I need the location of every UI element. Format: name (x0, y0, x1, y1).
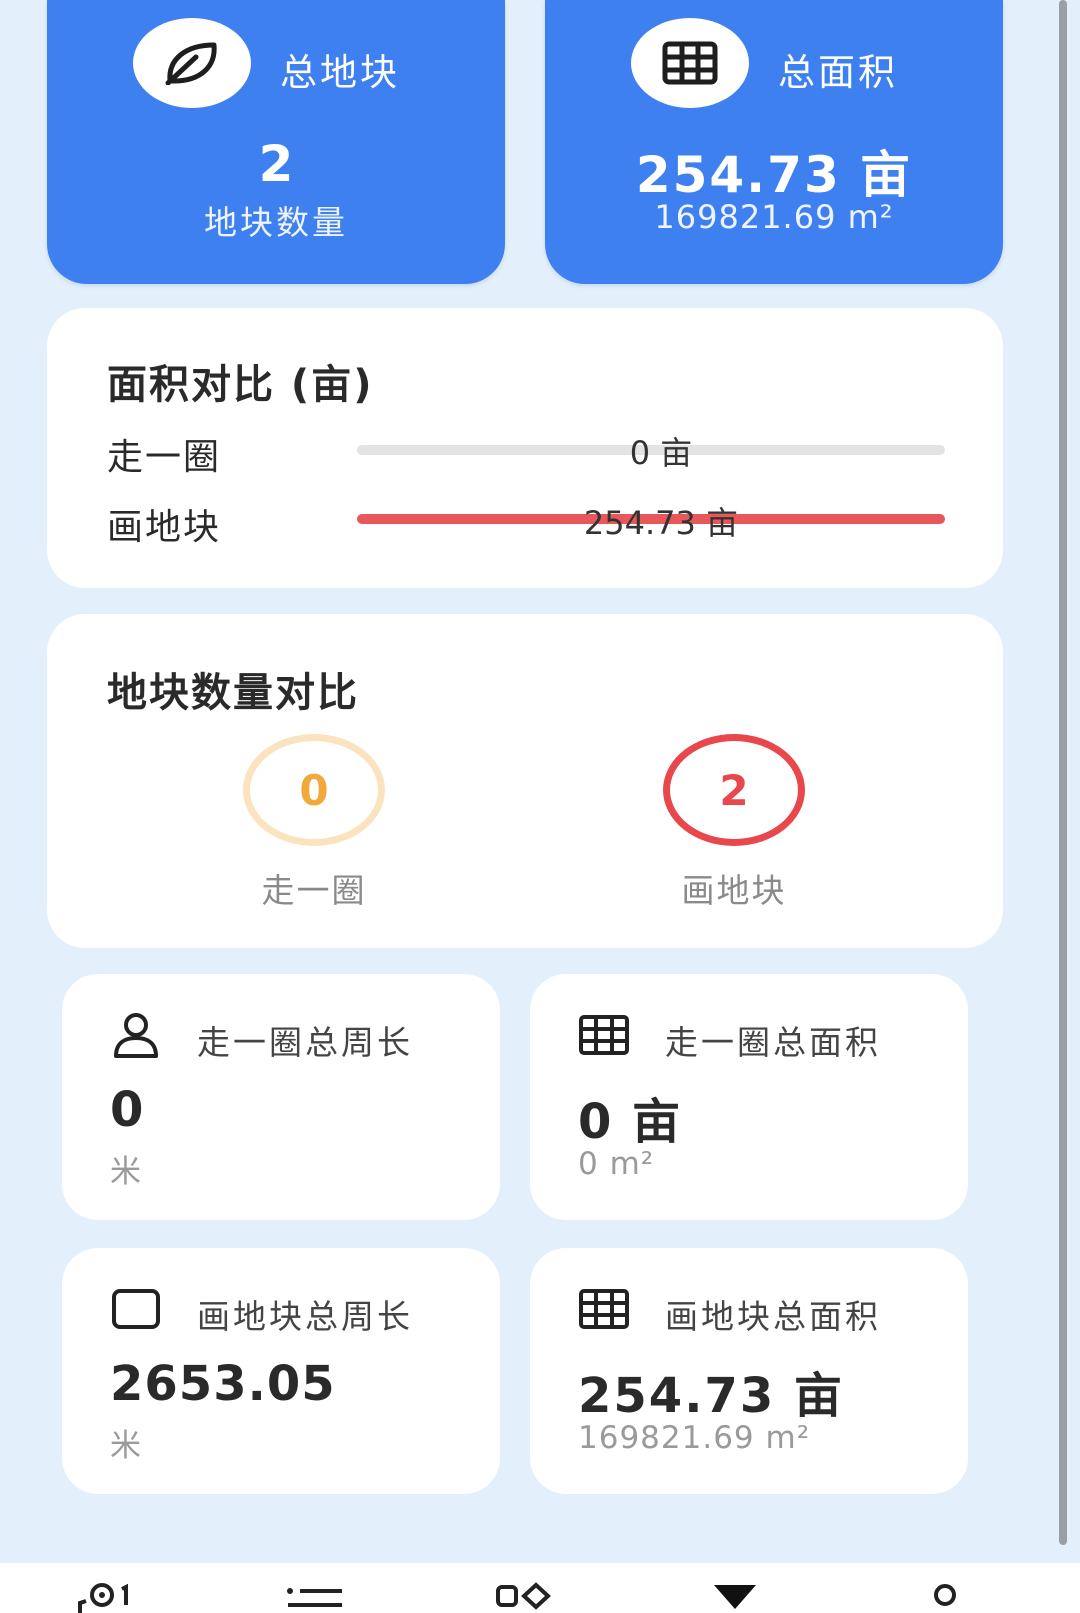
nav-profile[interactable] (910, 1581, 980, 1613)
map-pin-icon (78, 1583, 128, 1613)
draw-area-value: 254.73 亩 (578, 1368, 844, 1424)
count-compare-title: 地块数量对比 (107, 670, 359, 716)
leaf-icon-circle (133, 18, 251, 108)
draw-count-ring: 2 (663, 734, 805, 846)
draw-count-value: 2 (719, 765, 749, 815)
grid-icon-circle (631, 18, 749, 108)
total-plots-title: 总地块 (280, 51, 400, 94)
walk-perimeter-unit: 米 (110, 1154, 142, 1190)
list-icon (287, 1588, 342, 1607)
area-row-label: 画地块 (107, 507, 222, 548)
total-area-value: 254.73 亩 (635, 146, 913, 204)
walk-area-card[interactable]: 走一圈总面积 0 亩 0 m² (530, 974, 968, 1220)
draw-area-unit: 169821.69 m² (578, 1420, 811, 1456)
area-row-label: 走一圈 (107, 437, 222, 478)
area-row-value: 254.73 亩 (583, 504, 739, 542)
walk-count-ring: 0 (243, 734, 385, 846)
count-compare-card: 地块数量对比 0 走一圈 2 画地块 (47, 614, 1003, 948)
nav-apps[interactable] (490, 1581, 560, 1613)
total-area-card[interactable]: 总面积 254.73 亩 169821.69 m² (545, 0, 1003, 284)
nav-list[interactable] (280, 1581, 350, 1613)
nav-map[interactable] (70, 1581, 140, 1613)
walk-area-unit: 0 m² (578, 1146, 655, 1182)
total-area-title: 总面积 (778, 51, 898, 94)
nav-triangle[interactable] (700, 1581, 770, 1613)
walk-perimeter-card[interactable]: 走一圈总周长 0 米 (62, 974, 500, 1220)
square-icon (110, 1286, 162, 1332)
grid-icon (662, 41, 718, 85)
walk-perimeter-value: 0 (110, 1082, 144, 1138)
draw-perimeter-unit: 米 (110, 1428, 142, 1464)
total-plots-card[interactable]: 总地块 2 地块数量 (47, 0, 505, 284)
walk-area-title: 走一圈总面积 (665, 1023, 881, 1062)
grid-icon (578, 1012, 630, 1058)
total-plots-value: 2 (258, 135, 294, 193)
area-compare-title: 面积对比 (亩) (107, 362, 374, 408)
apps-icon (496, 1582, 551, 1610)
draw-area-card[interactable]: 画地块总面积 254.73 亩 169821.69 m² (530, 1248, 968, 1494)
total-area-subtitle: 169821.69 m² (654, 198, 894, 236)
profile-icon (934, 1584, 956, 1606)
area-row-value: 0 亩 (629, 434, 693, 472)
person-icon (110, 1012, 162, 1058)
leaf-icon (165, 42, 217, 85)
grid-icon (578, 1286, 630, 1332)
triangle-icon (714, 1585, 756, 1609)
draw-count-label: 画地块 (681, 871, 787, 910)
scrollbar[interactable] (1059, 0, 1067, 1545)
draw-perimeter-title: 画地块总周长 (197, 1297, 413, 1336)
draw-area-title: 画地块总面积 (665, 1297, 881, 1336)
walk-area-value: 0 亩 (578, 1094, 683, 1150)
bottom-nav (0, 1563, 1080, 1613)
area-compare-card: 面积对比 (亩) 走一圈 0 亩 画地块 254.73 亩 (47, 308, 1003, 588)
total-plots-subtitle: 地块数量 (204, 203, 348, 242)
walk-perimeter-title: 走一圈总周长 (197, 1023, 413, 1062)
walk-count-label: 走一圈 (261, 871, 367, 910)
draw-perimeter-card[interactable]: 画地块总周长 2653.05 米 (62, 1248, 500, 1494)
walk-count-value: 0 (299, 765, 329, 815)
draw-perimeter-value: 2653.05 (110, 1356, 336, 1412)
